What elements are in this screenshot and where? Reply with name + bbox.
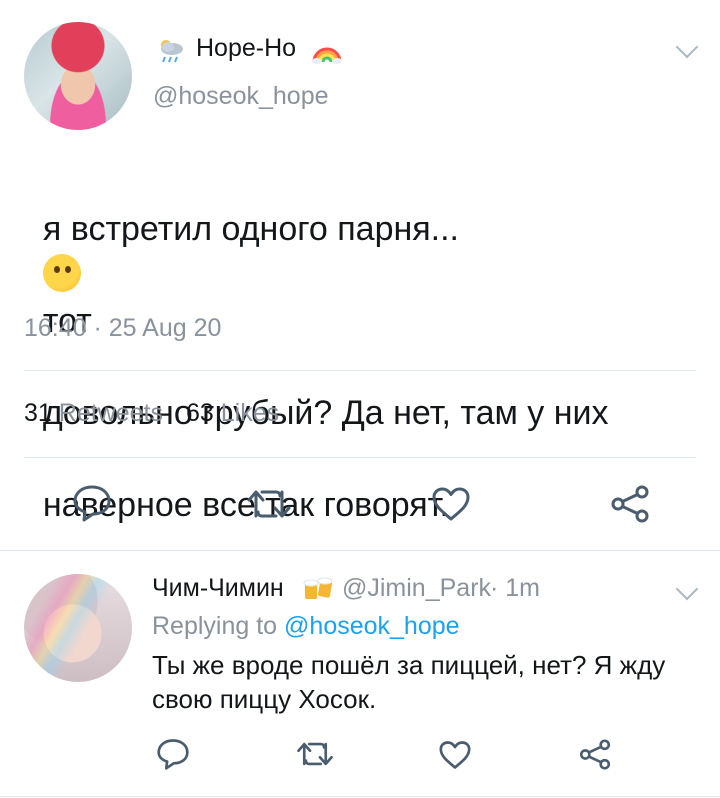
reply-author-handle[interactable]: @Jimin_Park (342, 574, 491, 603)
reply-button[interactable] (72, 484, 112, 522)
replying-to: Replying to @hoseok_hope (152, 612, 460, 641)
reply-like-button[interactable] (438, 740, 472, 770)
beer-mugs-icon (303, 577, 333, 599)
heart-icon (432, 487, 470, 521)
reply-author-avatar[interactable] (24, 574, 132, 682)
likes-label: Likes (220, 399, 280, 427)
reply-reply-button[interactable] (156, 738, 190, 770)
thinking-face-icon (42, 254, 81, 292)
retweet-button[interactable] (246, 486, 292, 522)
weather-cloud-rain-icon (161, 40, 183, 63)
reply-retweet-button[interactable] (296, 739, 334, 769)
reply-icon (73, 485, 111, 522)
author-avatar[interactable] (24, 22, 132, 130)
reply-text-line-2: свою пиццу Хосок. (152, 684, 377, 714)
reply-icon (157, 739, 189, 770)
retweets-stat[interactable]: 31 Retweets (24, 399, 163, 428)
heart-icon (439, 741, 471, 769)
author-handle[interactable]: @hoseok_hope (153, 82, 329, 111)
rainbow-icon (312, 47, 342, 64)
replying-prefix: Replying to (152, 612, 278, 640)
author-name: Hope-Ho (196, 34, 297, 62)
divider (24, 457, 696, 458)
share-icon (579, 739, 611, 770)
reply-age: · 1m (490, 574, 540, 602)
retweet-icon (297, 742, 333, 766)
retweet-icon (247, 490, 291, 518)
like-button[interactable] (431, 486, 471, 522)
reply-chevron-down-icon[interactable] (675, 577, 699, 601)
reply-author-name[interactable]: Чим-Чимин (152, 574, 284, 603)
tweet-text-line-1: я встретил одного парня... (42, 210, 460, 248)
share-button[interactable] (609, 484, 651, 524)
retweets-count: 31 (24, 399, 52, 427)
reply-share-button[interactable] (578, 738, 612, 771)
reply-text-line-1: Ты же вроде пошёл за пиццей, нет? Я жду (152, 650, 666, 680)
replying-to-link[interactable]: @hoseok_hope (284, 612, 460, 640)
reply-text: Ты же вроде пошёл за пиццей, нет? Я жду … (152, 648, 692, 716)
divider (0, 550, 720, 551)
divider (0, 796, 720, 797)
likes-count: 63 (186, 399, 214, 427)
retweets-label: Retweets (58, 399, 163, 427)
divider (24, 370, 696, 371)
chevron-down-icon[interactable] (675, 35, 699, 59)
reply-header: Чим-Чимин @Jimin_Park · 1m (152, 572, 672, 606)
share-icon (611, 485, 649, 523)
tweet-timestamp[interactable]: 16:40 · 25 Aug 20 (24, 314, 221, 343)
tweet-text: я встретил одного парня... тот довольно … (24, 160, 674, 528)
likes-stat[interactable]: 63 Likes (186, 399, 279, 428)
